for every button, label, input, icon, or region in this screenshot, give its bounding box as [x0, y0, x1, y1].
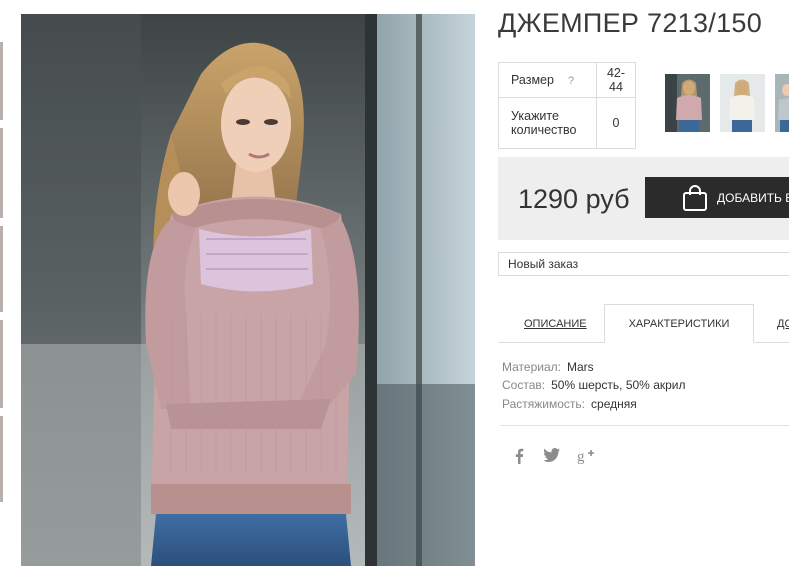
tab-description[interactable]: ОПИСАНИЕ [524, 318, 587, 330]
order-select[interactable]: Новый заказ [498, 252, 789, 276]
characteristic-value: средняя [591, 397, 637, 411]
characteristic-row: Состав: 50% шерсть, 50% акрил [502, 378, 686, 392]
size-help-icon[interactable]: ? [568, 75, 574, 87]
size-select[interactable]: 42-44 [596, 62, 636, 98]
edge-thumbnail[interactable] [0, 320, 3, 408]
characteristic-key: Растяжимость: [502, 397, 586, 411]
tab-characteristics[interactable]: ХАРАКТЕРИСТИКИ [604, 304, 754, 343]
shopping-bag-icon [681, 184, 709, 212]
product-thumbnail[interactable] [775, 74, 789, 132]
edge-thumbnail[interactable] [0, 416, 3, 502]
facebook-icon[interactable] [514, 448, 524, 469]
size-label: Размер [511, 73, 554, 87]
thumbnail-strip-edge [0, 0, 3, 566]
main-product-photo[interactable] [21, 14, 475, 566]
twitter-icon[interactable] [543, 448, 560, 467]
svg-text:g: g [577, 449, 585, 464]
product-thumbnail[interactable] [665, 74, 710, 132]
size-label-cell: Размер? [498, 62, 597, 98]
characteristic-row: Материал: Mars [502, 360, 594, 374]
product-thumbnail[interactable] [720, 74, 765, 132]
google-plus-icon[interactable]: g [577, 448, 597, 469]
characteristic-key: Состав: [502, 378, 546, 392]
characteristic-value: Mars [566, 360, 594, 374]
divider [500, 425, 789, 426]
add-to-cart-button[interactable]: ДОБАВИТЬ В [645, 177, 789, 218]
product-title: ДЖЕМПЕР 7213/150 [498, 8, 763, 38]
product-options-table: Размер? 42-44 Укажите количество 0 [498, 62, 636, 149]
characteristic-value: 50% шерсть, 50% акрил [551, 378, 686, 392]
price: 1290 руб [518, 184, 630, 214]
add-to-cart-label: ДОБАВИТЬ В [717, 191, 789, 205]
characteristic-row: Растяжимость: средняя [502, 397, 637, 411]
quantity-label: Укажите количество [498, 97, 597, 149]
buy-box: 1290 руб ДОБАВИТЬ В [498, 157, 789, 240]
tab-delivery[interactable]: ДО [777, 318, 789, 330]
edge-thumbnail[interactable] [0, 128, 3, 218]
quantity-input[interactable]: 0 [596, 97, 636, 149]
characteristic-key: Материал: [502, 360, 561, 374]
edge-thumbnail[interactable] [0, 42, 3, 120]
edge-thumbnail[interactable] [0, 226, 3, 312]
